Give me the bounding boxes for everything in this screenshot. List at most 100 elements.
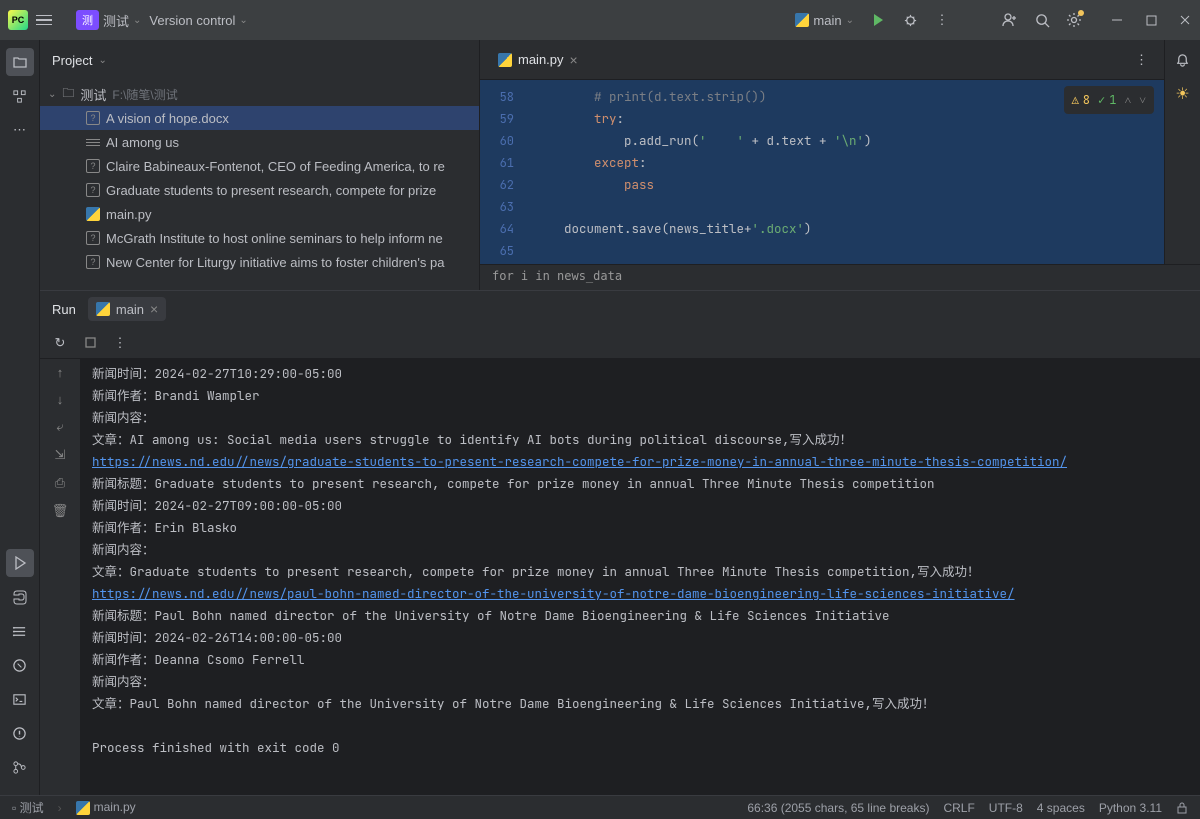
project-selector[interactable]: 测 测试 ⌄ [76,10,141,30]
problems-tool-button[interactable] [6,719,34,747]
run-tab-label: main [116,302,144,317]
unknown-file-icon: ? [86,159,100,173]
ok-badge[interactable]: ✓1 [1098,89,1116,111]
editor-context-breadcrumb[interactable]: for i in news_data [480,264,1200,290]
run-button[interactable] [870,12,886,28]
scroll-to-end-icon[interactable]: ⇲ [55,447,66,463]
rerun-button[interactable]: ↻ [52,335,68,351]
editor-body[interactable]: 5859606162636465 ⚠8 ✓1 ˄ ˅ # print(d.tex… [480,80,1200,264]
main-menu-button[interactable] [36,15,52,26]
minimize-button[interactable] [1110,13,1124,27]
up-arrow-icon[interactable]: ˄ [1124,89,1131,111]
unknown-file-icon: ? [86,255,100,269]
ide-logo-icon: PC [8,10,28,30]
tree-item[interactable]: ? Graduate students to present research, … [40,178,479,202]
run-config-tab[interactable]: main × [88,297,166,321]
code-with-me-icon[interactable] [1002,12,1018,28]
console-line [92,715,1188,737]
soft-wrap-icon[interactable]: ⤶ [56,419,63,435]
tree-item[interactable]: main.py [40,202,479,226]
lock-icon[interactable] [1176,802,1188,814]
close-button[interactable] [1178,13,1192,27]
close-icon[interactable]: × [570,52,578,68]
console-line: 新闻作者：Erin Blasko [92,517,1188,539]
services-tool-button[interactable] [6,617,34,645]
python-packages-button[interactable] [6,651,34,679]
editor-tab-label: main.py [518,52,564,67]
interpreter[interactable]: Python 3.11 [1099,801,1162,815]
console-line: 新闻时间：2024-02-26T14:00:00-05:00 [92,627,1188,649]
down-arrow-icon[interactable]: ˅ [1139,89,1146,111]
project-panel-header[interactable]: Project ⌄ [40,40,479,80]
notifications-icon[interactable] [1175,52,1191,68]
chevron-down-icon: ⌄ [48,89,56,100]
editor-tab-more[interactable]: ⋮ [1127,52,1156,68]
tree-item[interactable]: ? McGrath Institute to host online semina… [40,226,479,250]
print-icon[interactable]: ⎙ [55,475,65,491]
run-panel-header: Run main × [40,291,1200,327]
clear-icon[interactable]: 🗑 [52,503,69,519]
console-output[interactable]: 新闻时间：2024-02-27T10:29:00-05:00新闻作者：Brand… [80,359,1200,795]
tree-item-label: Graduate students to present research, c… [106,183,436,198]
run-config-selector[interactable]: main ⌄ [795,13,854,28]
ai-assistant-icon[interactable]: ☀ [1175,86,1191,102]
breadcrumb-file[interactable]: main.py [76,800,136,815]
tree-item-label: main.py [106,207,152,222]
breadcrumb-project[interactable]: ▫ 测试 [12,799,44,816]
line-gutter: 5859606162636465 [480,80,522,264]
python-icon [86,207,100,221]
settings-icon[interactable] [1066,12,1082,28]
more-actions[interactable]: ⋮ [112,335,128,351]
editor-tab[interactable]: main.py × [488,44,588,76]
vcs-tool-button[interactable] [6,753,34,781]
maximize-button[interactable] [1144,13,1158,27]
file-encoding[interactable]: UTF-8 [989,801,1023,815]
tree-item[interactable]: AI among us [40,130,479,154]
tree-root[interactable]: ⌄ 🗀 测试 F:\随笔\测试 [40,82,479,106]
project-badge: 测 [76,10,99,30]
python-icon [795,13,809,27]
console-line: 新闻标题：Graduate students to present resear… [92,473,1188,495]
search-everywhere-icon[interactable] [1034,12,1050,28]
text-file-icon [86,139,100,146]
tree-item-label: A vision of hope.docx [106,111,229,126]
code-area[interactable]: ⚠8 ✓1 ˄ ˅ # print(d.text.strip()) try: p… [522,80,1164,264]
chevron-down-icon: ⌄ [846,15,854,26]
terminal-tool-button[interactable] [6,685,34,713]
console-line: 新闻内容： [92,539,1188,561]
vcs-selector[interactable]: Version control ⌄ [149,13,247,28]
unknown-file-icon: ? [86,231,100,245]
more-tools-button[interactable]: ⋯ [6,116,34,144]
up-arrow-icon[interactable]: ↑ [57,365,64,380]
tree-item-label: New Center for Liturgy initiative aims t… [106,255,444,270]
tree-item[interactable]: ?Claire Babineaux-Fontenot, CEO of Feedi… [40,154,479,178]
stop-button[interactable] [82,335,98,351]
console-link[interactable]: https://news.nd.edu//news/graduate-stude… [92,451,1188,473]
tree-item[interactable]: ? A vision of hope.docx [40,106,479,130]
structure-tool-button[interactable] [6,82,34,110]
console-line: 新闻作者：Brandi Wampler [92,385,1188,407]
run-panel: Run main × ↻ ⋮ ↑ ↓ ⤶ ⇲ ⎙ 🗑 [40,290,1200,795]
python-console-button[interactable] [6,583,34,611]
more-run-actions[interactable]: ⋮ [934,12,950,28]
run-tool-button[interactable] [6,549,34,577]
warning-badge[interactable]: ⚠8 [1072,89,1090,111]
debug-button[interactable] [902,12,918,28]
unknown-file-icon: ? [86,183,100,197]
tree-item[interactable]: ? New Center for Liturgy initiative aims … [40,250,479,274]
cursor-position[interactable]: 66:36 (2055 chars, 65 line breaks) [747,801,929,815]
down-arrow-icon[interactable]: ↓ [57,392,64,407]
console-link[interactable]: https://news.nd.edu//news/paul-bohn-name… [92,583,1188,605]
project-tool-button[interactable] [6,48,34,76]
tree-item-label: McGrath Institute to host online seminar… [106,231,443,246]
line-separator[interactable]: CRLF [943,801,974,815]
close-icon[interactable]: × [150,301,158,317]
file-tree: ⌄ 🗀 测试 F:\随笔\测试 ? A vision of hope.docx AI… [40,80,479,290]
console-line: 新闻标题：Paul Bohn named director of the Uni… [92,605,1188,627]
project-panel-title: Project [52,53,92,68]
left-tool-rail: ⋯ [0,40,40,795]
unknown-file-icon: ? [86,111,100,125]
inspection-badges[interactable]: ⚠8 ✓1 ˄ ˅ [1064,86,1154,114]
console-line: 文章：Paul Bohn named director of the Unive… [92,693,1188,715]
console-line: 文章：Graduate students to present research… [92,561,1188,583]
